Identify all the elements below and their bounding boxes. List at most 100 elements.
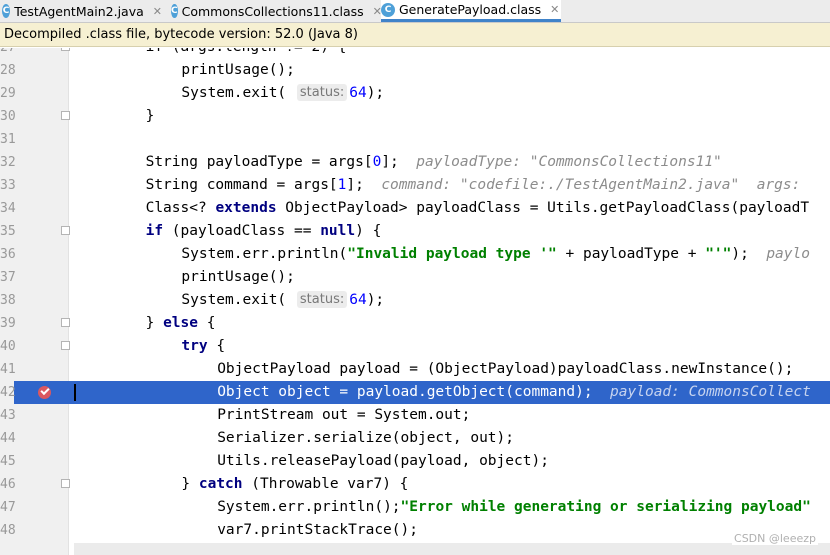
line-number: 34 (0, 201, 16, 216)
code-token: printUsage(); (181, 62, 295, 78)
code-token: String command = args[ (145, 177, 338, 193)
keyword: else (163, 315, 198, 331)
code-line[interactable]: 40 try { (0, 335, 830, 358)
code-line[interactable]: 30} (0, 105, 830, 128)
code-line[interactable]: 27 if (args.length != 2) { (0, 48, 830, 59)
keyword: null (320, 223, 356, 239)
code-text: printUsage(); (181, 266, 295, 289)
fold-marker-icon[interactable] (61, 111, 70, 120)
code-token: } (181, 476, 199, 492)
inline-debug-value: command: "codefile:./TestAgentMain2.java… (381, 177, 801, 193)
inline-debug-value: paylo (766, 246, 810, 262)
java-class-icon: C (171, 4, 178, 18)
string-literal: "Invalid payload type '" (347, 246, 557, 262)
keyword: catch (198, 476, 243, 492)
current-code-line[interactable]: 42 Object object = payload.getObject(comm… (0, 381, 830, 404)
code-text: Object object = payload.getObject(comman… (217, 381, 811, 404)
inline-debug-value: payload: CommonsCollect (610, 384, 811, 400)
code-line[interactable]: 48 var7.printStackTrace(); (0, 519, 830, 542)
line-number: 29 (0, 86, 16, 101)
code-text: String payloadType = args[0]; payloadTyp… (146, 151, 722, 174)
tab-label: CommonsCollections11.class (181, 3, 364, 19)
tab-label: GeneratePayload.class (399, 2, 542, 17)
close-icon[interactable]: ✕ (550, 3, 559, 16)
code-text: try { (181, 335, 225, 358)
line-number: 39 (0, 316, 16, 331)
tab-testagentmain2[interactable]: C TestAgentMain2.java ✕ (2, 0, 162, 22)
parameter-hint: status: (296, 84, 348, 101)
code-line[interactable]: 44 Serializer.serialize(object, out); (0, 427, 830, 450)
code-text: System.err.println("Invalid payload type… (181, 243, 810, 266)
line-number: 28 (0, 63, 16, 78)
fold-marker-icon[interactable] (61, 48, 70, 51)
code-line[interactable]: 33 String command = args[1]; command: "co… (0, 174, 830, 197)
fold-marker-icon[interactable] (61, 226, 70, 235)
code-line[interactable]: 39 } else { (0, 312, 830, 335)
code-token: ObjectPayload> payloadClass = Utils.getP… (276, 200, 810, 216)
close-icon[interactable]: ✕ (153, 5, 162, 18)
number-literal: 64 (349, 292, 367, 308)
code-token: ); (366, 85, 385, 101)
code-line[interactable]: 41 ObjectPayload payload = (ObjectPayload… (0, 358, 830, 381)
line-number: 45 (0, 454, 16, 469)
line-number: 33 (0, 178, 16, 193)
code-line[interactable]: 28 printUsage(); (0, 59, 830, 82)
line-number: 41 (0, 362, 16, 377)
line-number: 31 (0, 132, 16, 147)
horizontal-scrollbar[interactable] (74, 543, 830, 555)
fold-marker-icon[interactable] (61, 341, 70, 350)
tab-commonscollections11[interactable]: C CommonsCollections11.class ✕ (171, 0, 382, 22)
line-number: 44 (0, 431, 16, 446)
line-number: 47 (0, 500, 16, 515)
code-token: var7.printStackTrace(); (217, 522, 418, 538)
code-line[interactable]: 35 if (payloadClass == null) { (0, 220, 830, 243)
code-token: Object object = payload.getObject(comman… (217, 384, 593, 400)
code-text: Serializer.serialize(object, out); (217, 427, 514, 450)
code-text: Utils.releasePayload(payload, object); (217, 450, 549, 473)
code-line[interactable]: 32 String payloadType = args[0]; payloadT… (0, 151, 830, 174)
code-token: Serializer.serialize(object, out); (217, 430, 514, 446)
code-token: String payloadType = args[ (145, 154, 373, 170)
string-literal: "'" (705, 246, 732, 262)
code-line[interactable]: 29 System.exit( status: 64); (0, 82, 830, 105)
code-token: System.exit( (181, 292, 295, 308)
code-line[interactable]: 45 Utils.releasePayload(payload, object); (0, 450, 830, 473)
editor-tab-bar: C TestAgentMain2.java ✕ C CommonsCollect… (0, 0, 830, 23)
code-text: } else { (146, 312, 216, 335)
code-token: } (145, 108, 155, 124)
code-text: System.exit( status: 64); (181, 289, 384, 312)
code-token: ); (366, 292, 385, 308)
fold-marker-icon[interactable] (61, 479, 70, 488)
breakpoint-icon[interactable] (38, 386, 51, 399)
code-line[interactable]: 47 System.err.println();"Error while gene… (0, 496, 830, 519)
parameter-hint: status: (296, 291, 348, 308)
code-line[interactable]: 34 Class<? extends ObjectPayload> payload… (0, 197, 830, 220)
code-line[interactable]: 37 printUsage(); (0, 266, 830, 289)
tab-generatepayload[interactable]: C GeneratePayload.class ✕ (381, 0, 561, 22)
code-text: ObjectPayload payload = (ObjectPayload)p… (217, 358, 793, 381)
code-line[interactable]: 46} catch (Throwable var7) { (0, 473, 830, 496)
code-editor[interactable]: 27 if (args.length != 2) { 28 printUsage();… (0, 48, 830, 555)
line-number: 43 (0, 408, 16, 423)
code-line[interactable]: 43 PrintStream out = System.out; (0, 404, 830, 427)
code-text: Class<? extends ObjectPayload> payloadCl… (146, 197, 809, 220)
watermark: CSDN @leeezp (732, 532, 818, 545)
code-line[interactable]: 36 System.err.println("Invalid payload ty… (0, 243, 830, 266)
code-text: if (payloadClass == null) { (146, 220, 382, 243)
code-token: { (197, 315, 216, 331)
keyword: if (145, 223, 164, 239)
code-line[interactable]: 31 (0, 128, 830, 151)
line-number: 42 (0, 381, 16, 404)
code-text: if (args.length != 2) { (146, 48, 347, 59)
code-line[interactable]: 38 System.exit( status: 64); (0, 289, 830, 312)
code-token: System.err.println( (181, 246, 348, 262)
code-token: PrintStream out = System.out; (217, 407, 471, 423)
line-number: 30 (0, 109, 16, 124)
code-token: Utils.releasePayload(payload, object); (217, 453, 549, 469)
line-number: 32 (0, 155, 16, 170)
code-token: { (207, 338, 226, 354)
code-token: ObjectPayload payload = (ObjectPayload)p… (217, 361, 794, 377)
fold-marker-icon[interactable] (61, 318, 70, 327)
string-literal: "Error while generating or serializing p… (400, 499, 811, 515)
